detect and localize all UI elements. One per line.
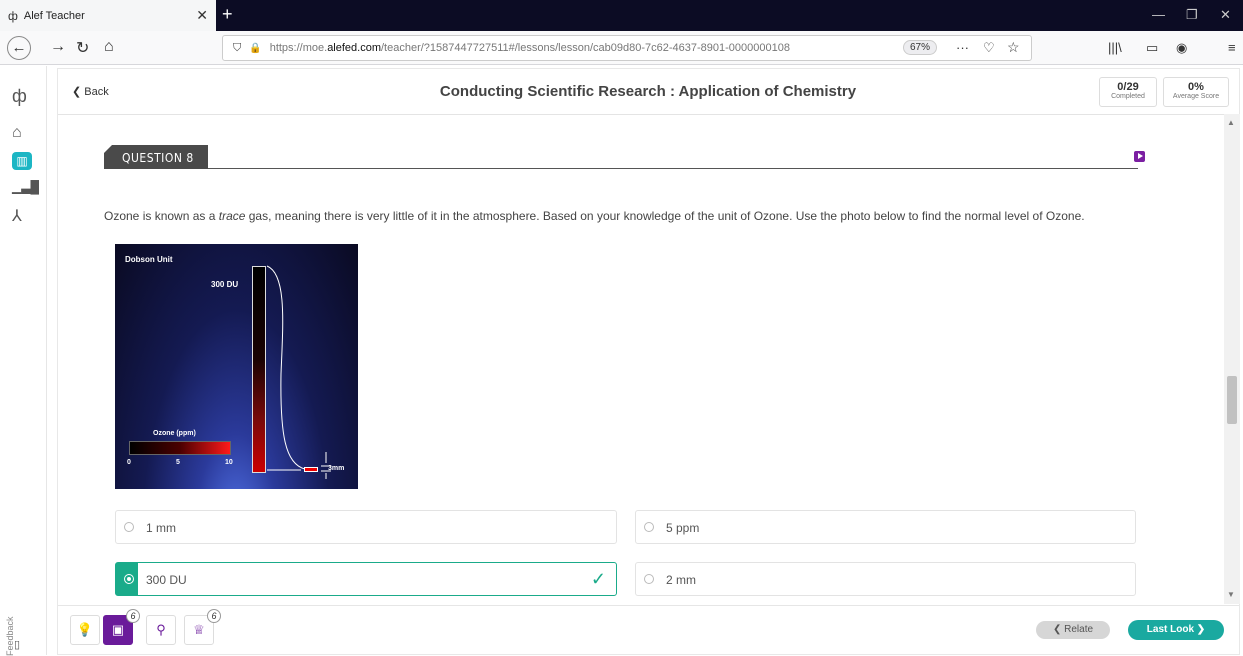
scale-tick: 10 <box>225 459 233 466</box>
dobson-unit-image: Dobson Unit 300 DU 3mm Ozone (ppm) 0 5 1… <box>115 244 358 489</box>
lightbulb-icon: 💡 <box>76 622 94 637</box>
notes-badge: 6 <box>126 609 140 623</box>
page-actions-icon[interactable]: ··· <box>956 40 969 55</box>
home-icon[interactable]: ⌂ <box>104 38 114 56</box>
notes-button[interactable]: ▣ 6 <box>103 609 140 645</box>
thickness-label: 3mm <box>328 465 345 472</box>
question-divider <box>208 168 1138 169</box>
question-label: QUESTION 8 <box>104 145 208 169</box>
radio-button[interactable] <box>124 574 134 584</box>
correct-check-icon: ✓ <box>590 569 606 589</box>
browser-tab[interactable]: ф Alef Teacher ✕ <box>0 0 216 31</box>
radio-button[interactable] <box>644 522 654 532</box>
answer-option[interactable]: 1 mm <box>115 510 617 544</box>
browser-tab-bar: ф Alef Teacher ✕ + — ❐ ✕ <box>0 0 1243 31</box>
answer-option-selected[interactable]: 300 DU ✓ <box>115 562 617 596</box>
ozone-color-scale <box>129 441 231 455</box>
achievements-button[interactable]: ♕ 6 <box>184 609 221 645</box>
relate-button[interactable]: ❮ Relate <box>1036 621 1110 639</box>
home-icon[interactable]: ⌂ <box>12 124 22 142</box>
back-button[interactable]: ❮ Back <box>72 85 109 98</box>
play-icon[interactable] <box>1134 151 1145 162</box>
minimize-icon[interactable]: — <box>1152 7 1165 22</box>
completed-stat: 0/29 Completed <box>1099 77 1157 107</box>
lessons-icon[interactable]: ▥ <box>12 152 32 170</box>
lock-icon[interactable]: 🔒 <box>249 43 261 54</box>
radio-button[interactable] <box>124 522 134 532</box>
hint-button[interactable]: 💡 <box>70 615 100 645</box>
notes-icon[interactable]: ▯ <box>14 638 20 651</box>
pocket-icon[interactable]: ♡ <box>983 40 995 56</box>
lesson-title: Conducting Scientific Research : Applica… <box>439 83 857 100</box>
scale-tick: 5 <box>176 459 180 466</box>
search-button[interactable]: ⚲ <box>146 615 176 645</box>
average-score-stat: 0% Average Score <box>1163 77 1229 107</box>
alef-logo-icon: ф <box>8 8 18 23</box>
lesson-header: ❮ Back Conducting Scientific Research : … <box>58 69 1239 115</box>
restore-icon[interactable]: ❐ <box>1186 7 1198 23</box>
hierarchy-icon[interactable]: ⅄ <box>12 206 22 226</box>
scroll-thumb[interactable] <box>1227 376 1237 424</box>
answer-option[interactable]: 5 ppm <box>635 510 1136 544</box>
scroll-down-icon[interactable]: ▼ <box>1227 590 1235 599</box>
menu-icon[interactable]: ≡ <box>1228 40 1236 55</box>
sidebar-toggle-icon[interactable]: ▭ <box>1146 40 1158 56</box>
browser-nav-bar: ← → ↻ ⌂ ⛉ 🔒 https://moe.alefed.com/teach… <box>0 31 1243 65</box>
tab-title: Alef Teacher <box>23 9 85 22</box>
account-icon[interactable]: ◉ <box>1176 40 1187 56</box>
new-tab-icon[interactable]: + <box>222 4 233 25</box>
alef-logo-icon[interactable]: ф <box>12 86 27 107</box>
compressed-ozone-bar <box>304 467 318 472</box>
column-label: 300 DU <box>211 280 239 289</box>
ozone-column <box>252 266 266 473</box>
close-tab-icon[interactable]: ✕ <box>196 7 208 24</box>
ozone-profile-curve <box>266 265 331 479</box>
zoom-badge[interactable]: 67% <box>903 40 938 55</box>
reports-icon[interactable]: ▁▃█ <box>12 180 39 194</box>
answer-option[interactable]: 2 mm <box>635 562 1136 596</box>
scale-label: Ozone (ppm) <box>153 430 196 437</box>
browser-forward-icon[interactable]: → <box>50 38 66 56</box>
achievements-badge: 6 <box>207 609 221 623</box>
app-sidebar: ф ⌂ ▥ ▁▃█ ⅄ Feedback ▯ <box>0 66 47 656</box>
radio-button[interactable] <box>644 574 654 584</box>
search-icon: ⚲ <box>156 622 166 637</box>
scroll-up-icon[interactable]: ▲ <box>1227 118 1235 127</box>
lesson-panel: ❮ Back Conducting Scientific Research : … <box>57 68 1240 655</box>
bottom-toolbar: 💡 ▣ 6 ⚲ ♕ 6 ❮ Relate Last Look ❯ <box>58 605 1239 653</box>
url-bar[interactable]: ⛉ 🔒 https://moe.alefed.com/teacher/?1587… <box>222 35 1032 61</box>
question-text: Ozone is known as a trace gas, meaning t… <box>104 209 1085 223</box>
content-scrollbar[interactable]: ▲ ▼ <box>1224 114 1240 604</box>
image-title: Dobson Unit <box>125 255 173 264</box>
scale-tick: 0 <box>127 459 131 466</box>
document-icon: ▣ <box>111 622 125 637</box>
library-icon[interactable]: |||\ <box>1108 40 1122 55</box>
url-text[interactable]: https://moe.alefed.com/teacher/?15874477… <box>270 42 910 54</box>
browser-back-icon[interactable]: ← <box>7 36 31 60</box>
trophy-icon: ♕ <box>193 622 205 637</box>
last-look-button[interactable]: Last Look ❯ <box>1128 620 1224 640</box>
bookmark-star-icon[interactable]: ☆ <box>1007 39 1020 56</box>
close-window-icon[interactable]: ✕ <box>1220 7 1231 23</box>
tracking-shield-icon[interactable]: ⛉ <box>233 42 241 55</box>
reload-icon[interactable]: ↻ <box>76 38 89 58</box>
